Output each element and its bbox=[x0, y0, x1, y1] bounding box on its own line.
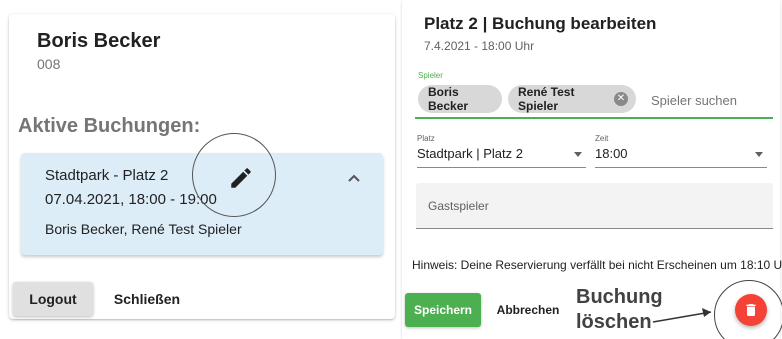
close-button[interactable]: Schließen bbox=[105, 282, 189, 316]
booking-time: 07.04.2021, 18:00 - 19:00 bbox=[45, 191, 217, 208]
player-chip-label: Boris Becker bbox=[428, 85, 469, 113]
dropdown-arrow-icon bbox=[755, 152, 763, 157]
logout-button[interactable]: Logout bbox=[13, 282, 93, 316]
booking-players: Boris Becker, René Test Spieler bbox=[45, 221, 242, 237]
player-id: 008 bbox=[37, 56, 61, 72]
active-bookings-title: Aktive Buchungen: bbox=[18, 115, 201, 137]
save-button[interactable]: Speichern bbox=[405, 293, 481, 327]
court-select-value: Stadtpark | Platz 2 bbox=[417, 146, 523, 161]
reservation-hint: Hinweis: Deine Reservierung verfällt bei… bbox=[412, 258, 782, 272]
guest-input[interactable] bbox=[428, 197, 758, 215]
cancel-button[interactable]: Abbrechen bbox=[488, 293, 568, 327]
guest-field[interactable] bbox=[416, 183, 773, 229]
player-name: Boris Becker bbox=[37, 30, 161, 52]
players-field-label: Spieler bbox=[418, 71, 443, 80]
dialog-title: Platz 2 | Buchung bearbeiten bbox=[424, 14, 657, 33]
time-select-value: 18:00 bbox=[595, 146, 628, 161]
edit-highlight-circle bbox=[192, 133, 276, 217]
player-chip[interactable]: René Test Spieler ✕ bbox=[508, 85, 636, 113]
player-search-input[interactable] bbox=[651, 90, 769, 110]
booking-court: Stadtpark - Platz 2 bbox=[45, 167, 169, 184]
chevron-up-icon[interactable] bbox=[345, 171, 363, 185]
delete-button[interactable] bbox=[735, 294, 767, 326]
trash-icon bbox=[746, 304, 756, 316]
players-field[interactable]: Spieler Boris Becker René Test Spieler ✕ bbox=[415, 65, 773, 119]
player-card: Boris Becker 008 Aktive Buchungen: Stadt… bbox=[9, 14, 395, 319]
booking-panel[interactable]: Stadtpark - Platz 2 07.04.2021, 18:00 - … bbox=[21, 133, 383, 255]
court-select[interactable]: Platz Stadtpark | Platz 2 bbox=[417, 134, 586, 168]
close-icon[interactable]: ✕ bbox=[614, 92, 628, 106]
time-select[interactable]: Zeit 18:00 bbox=[595, 134, 767, 168]
time-select-label: Zeit bbox=[595, 134, 609, 143]
player-chip-label: René Test Spieler bbox=[518, 85, 575, 113]
edit-booking-dialog: Platz 2 | Buchung bearbeiten 7.4.2021 - … bbox=[402, 0, 782, 339]
left-card-actions: Logout Schließen bbox=[9, 280, 395, 320]
player-chip[interactable]: Boris Becker bbox=[418, 85, 502, 113]
court-select-label: Platz bbox=[417, 134, 435, 143]
dropdown-arrow-icon bbox=[574, 152, 582, 157]
dialog-subtitle: 7.4.2021 - 18:00 Uhr bbox=[424, 39, 535, 53]
